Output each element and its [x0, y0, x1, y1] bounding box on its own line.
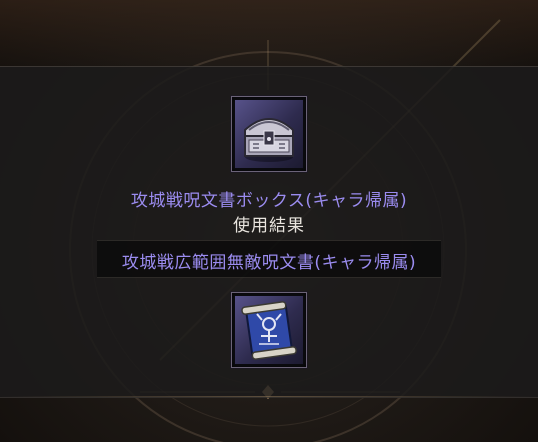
- source-item-name: 攻城戦呪文書ボックス(キャラ帰属): [130, 191, 408, 211]
- source-item-slot[interactable]: [231, 96, 307, 172]
- result-item-bar: 攻城戦広範囲無敵呪文書(キャラ帰属): [97, 240, 441, 278]
- treasure-chest-icon: [244, 118, 294, 162]
- source-item-background: [235, 100, 303, 168]
- usage-result-label: 使用結果: [233, 216, 305, 236]
- result-item-slot[interactable]: [231, 292, 307, 368]
- result-item-background: [235, 296, 303, 364]
- panel-bottom-divider: [0, 396, 538, 397]
- scroll-icon: [241, 301, 297, 360]
- result-item-name: 攻城戦広範囲無敵呪文書(キャラ帰属): [121, 253, 417, 273]
